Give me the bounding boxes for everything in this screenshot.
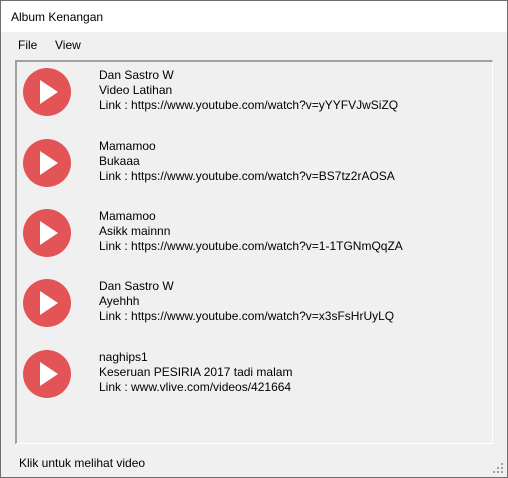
video-item[interactable]: Mamamoo Asikk mainnn Link : https://www.… xyxy=(23,209,483,271)
video-author: Mamamoo xyxy=(99,139,156,153)
video-info: Mamamoo Asikk mainnn Link : https://www.… xyxy=(99,209,403,254)
play-button[interactable] xyxy=(23,350,71,398)
video-info: Dan Sastro W Ayehhh Link : https://www.y… xyxy=(99,279,394,324)
video-title: Video Latihan xyxy=(99,83,173,97)
play-icon xyxy=(40,362,58,386)
play-icon xyxy=(40,291,58,315)
play-button[interactable] xyxy=(23,209,71,257)
video-link[interactable]: Link : https://www.youtube.com/watch?v=B… xyxy=(99,169,395,184)
video-list: Dan Sastro W Video Latihan Link : https:… xyxy=(15,60,493,444)
video-item[interactable]: Mamamoo Bukaaa Link : https://www.youtub… xyxy=(23,139,483,201)
video-item[interactable]: Dan Sastro W Ayehhh Link : https://www.y… xyxy=(23,279,483,341)
window-title: Album Kenangan xyxy=(11,10,104,24)
title-bar[interactable]: Album Kenangan xyxy=(1,1,507,32)
video-title: Ayehhh xyxy=(99,294,140,308)
video-link[interactable]: Link : https://www.youtube.com/watch?v=x… xyxy=(99,309,394,324)
video-author: Mamamoo xyxy=(99,209,156,223)
video-item[interactable]: naghips1 Keseruan PESIRIA 2017 tadi mala… xyxy=(23,350,483,412)
menu-view[interactable]: View xyxy=(55,38,81,52)
play-icon xyxy=(40,221,58,245)
video-author: Dan Sastro W xyxy=(99,68,174,82)
video-info: naghips1 Keseruan PESIRIA 2017 tadi mala… xyxy=(99,350,292,395)
video-title: Asikk mainnn xyxy=(99,224,171,238)
video-author: Dan Sastro W xyxy=(99,279,174,293)
menu-file[interactable]: File xyxy=(18,38,37,52)
video-title: Keseruan PESIRIA 2017 tadi malam xyxy=(99,365,293,379)
video-link[interactable]: Link : https://www.youtube.com/watch?v=y… xyxy=(99,98,398,113)
play-button[interactable] xyxy=(23,68,71,116)
menu-bar: File View xyxy=(1,32,507,56)
resize-grip-icon[interactable] xyxy=(492,462,504,474)
play-button[interactable] xyxy=(23,139,71,187)
play-icon xyxy=(40,80,58,104)
video-item[interactable]: Dan Sastro W Video Latihan Link : https:… xyxy=(23,68,483,130)
play-button[interactable] xyxy=(23,279,71,327)
video-link[interactable]: Link : www.vlive.com/videos/421664 xyxy=(99,380,292,395)
video-info: Dan Sastro W Video Latihan Link : https:… xyxy=(99,68,398,113)
status-text: Klik untuk melihat video xyxy=(19,456,146,470)
video-title: Bukaaa xyxy=(99,154,140,168)
video-info: Mamamoo Bukaaa Link : https://www.youtub… xyxy=(99,139,395,184)
video-link[interactable]: Link : https://www.youtube.com/watch?v=1… xyxy=(99,239,403,254)
video-author: naghips1 xyxy=(99,350,148,364)
play-icon xyxy=(40,151,58,175)
status-bar: Klik untuk melihat video xyxy=(1,449,507,477)
app-window: Album Kenangan File View Dan Sastro W Vi… xyxy=(0,0,508,478)
